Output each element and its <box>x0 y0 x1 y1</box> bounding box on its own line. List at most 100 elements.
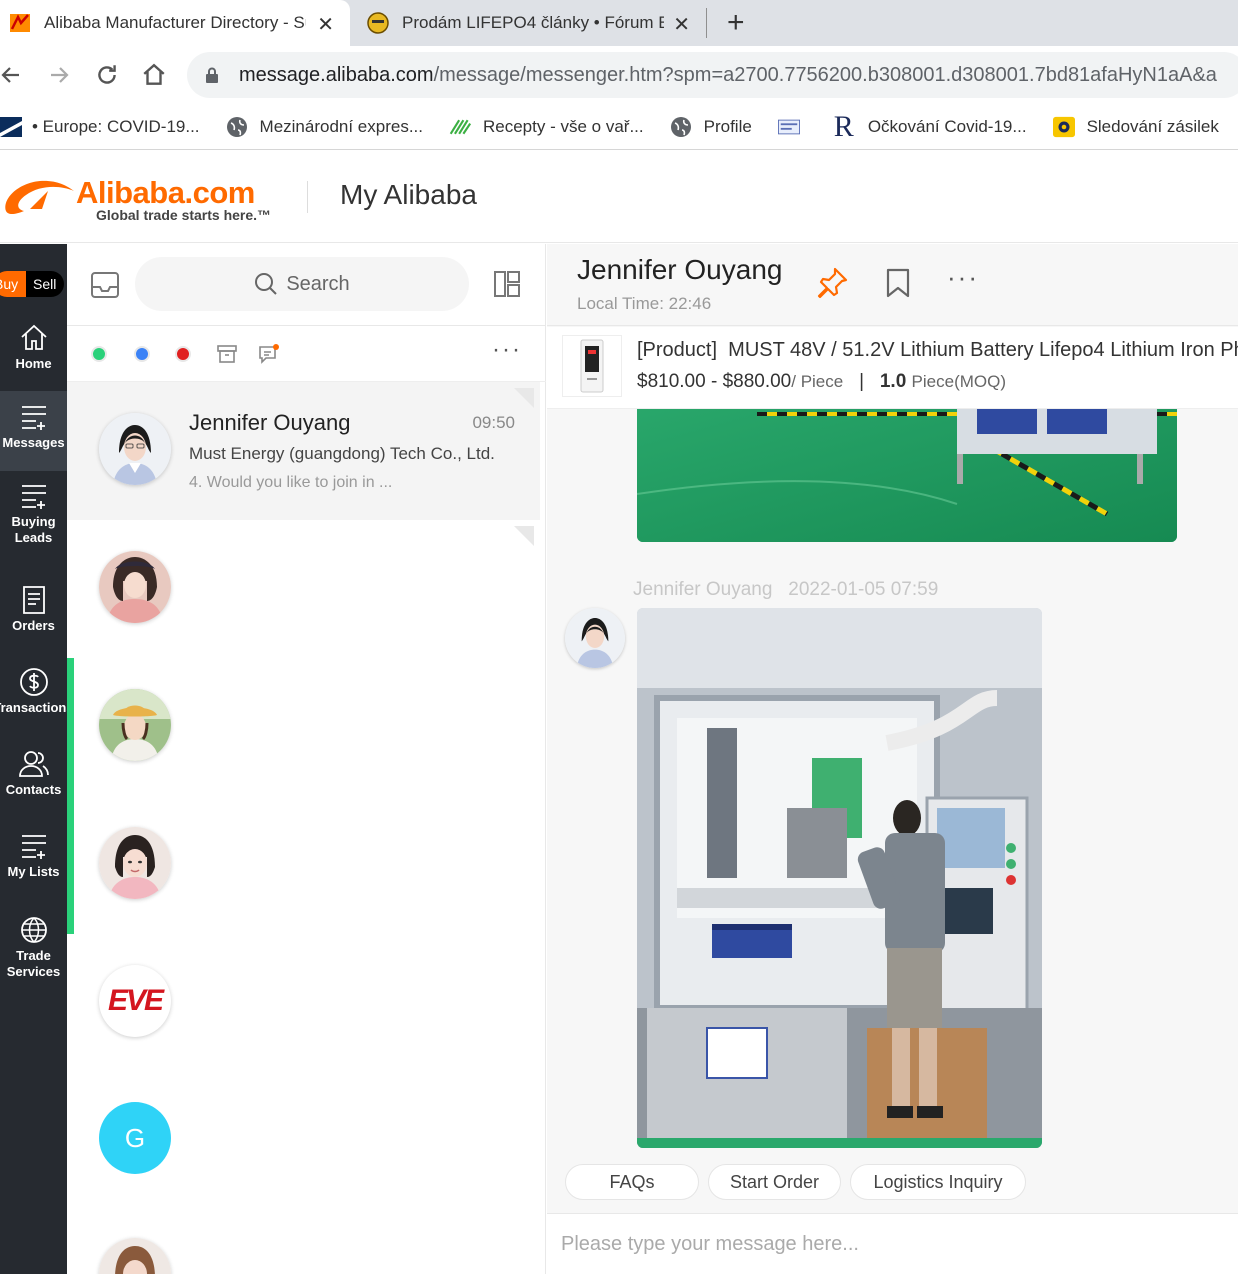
conversation-item[interactable]: EVE <box>67 934 540 1072</box>
buy-option[interactable]: Buy <box>0 271 26 297</box>
bookmark-item[interactable]: Sledování zásilek <box>1052 116 1219 138</box>
avatar <box>99 827 171 899</box>
buy-sell-toggle[interactable]: Buy Sell <box>0 271 64 297</box>
alibaba-logo[interactable]: Alibaba.com Global trade starts here.™ <box>0 171 290 227</box>
sidebar-item-transactions[interactable]: Transactions <box>0 666 67 726</box>
conversation-name: Jennifer Ouyang <box>189 410 351 435</box>
search-icon <box>255 273 278 295</box>
sidebar-item-buying-leads[interactable]: Buying Leads <box>0 480 67 560</box>
red-filter-dot[interactable] <box>175 346 191 362</box>
more-options-icon[interactable]: ··· <box>492 336 522 364</box>
url-text: message.alibaba.com/message/messenger.ht… <box>239 63 1217 86</box>
avatar <box>99 689 171 761</box>
avatar: EVE <box>99 965 171 1037</box>
home-icon[interactable] <box>139 60 169 90</box>
sidebar-item-my-lists[interactable]: My Lists <box>0 830 67 890</box>
conversation-company: Must Energy (guangdong) Tech Co., Ltd. <box>189 444 495 463</box>
avatar <box>99 413 171 485</box>
globe-icon <box>670 116 692 138</box>
message-meta: Jennifer Ouyang 2022-01-05 07:59 <box>633 579 939 600</box>
sidebar-item-trade-services[interactable]: Trade Services <box>0 914 67 994</box>
avatar <box>99 551 171 623</box>
globe-icon <box>20 917 47 943</box>
messages-icon <box>21 406 46 430</box>
bookmark-item[interactable]: • Europe: COVID-19... <box>0 116 200 138</box>
conversation-time: 09:50 <box>472 413 515 432</box>
product-thumbnail <box>562 335 622 397</box>
conversation-list: Search ··· Jennifer Ouyang 09:50 Must En… <box>67 244 546 1274</box>
conversation-item[interactable] <box>67 1210 540 1274</box>
airline-icon <box>0 116 22 138</box>
close-tab-icon[interactable]: ✕ <box>673 12 690 37</box>
r-icon: R <box>833 109 854 143</box>
quick-reply-logistics-inquiry[interactable]: Logistics Inquiry <box>850 1164 1026 1200</box>
list-icon <box>21 835 46 859</box>
chat-contact-name: Jennifer Ouyang <box>577 254 783 285</box>
alibaba-header: Alibaba.com Global trade starts here.™ M… <box>0 151 1238 243</box>
message-input[interactable] <box>561 1226 1221 1262</box>
alibaba-favicon-icon <box>10 14 30 32</box>
sidebar-item-messages[interactable]: Messages <box>0 391 67 471</box>
chat-panel: Jennifer Ouyang Local Time: 22:46 ··· [P… <box>547 244 1238 1274</box>
avatar: G <box>99 1102 171 1174</box>
main-sidebar: Buy Sell Home Messages Buying Leads Orde… <box>0 244 67 1274</box>
bookmark-item[interactable]: Profile <box>670 116 752 138</box>
card-icon <box>777 116 800 138</box>
tab-title: Prodám LIFEPO4 články • Fórum Elektro <box>402 13 664 32</box>
blue-filter-dot[interactable] <box>134 346 150 362</box>
bookmark-item[interactable]: R Očkování Covid-19... <box>832 109 1027 143</box>
conversation-item[interactable] <box>67 520 540 658</box>
page-title: My Alibaba <box>340 179 477 210</box>
tab-separator <box>706 8 707 38</box>
chat-local-time: Local Time: 22:46 <box>577 294 712 313</box>
pin-icon[interactable] <box>815 266 849 300</box>
back-arrow-icon[interactable] <box>0 60 26 90</box>
green-filter-dot[interactable] <box>91 346 107 362</box>
conversation-item[interactable]: Jennifer Ouyang 09:50 Must Energy (guang… <box>67 382 540 520</box>
more-options-icon[interactable]: ··· <box>947 262 979 293</box>
dollar-icon <box>19 668 48 696</box>
sell-option[interactable]: Sell <box>26 271 56 297</box>
inbox-icon[interactable] <box>89 269 121 301</box>
bookmark-item[interactable]: Recepty - vše o vař... <box>449 116 644 138</box>
globe-icon <box>226 116 248 138</box>
buying-leads-icon <box>21 485 46 509</box>
online-indicator-bar <box>67 658 74 934</box>
bookmarks-bar: • Europe: COVID-19... Mezinárodní expres… <box>0 104 1238 150</box>
conversation-item[interactable] <box>67 658 540 796</box>
sidebar-item-orders[interactable]: Orders <box>0 584 67 644</box>
forum-favicon-icon <box>367 12 389 34</box>
browser-tab-forum[interactable]: Prodám LIFEPO4 články • Fórum Elektro ✕ <box>356 0 706 46</box>
bookmark-item[interactable]: Mezinárodní expres... <box>226 116 423 138</box>
reload-icon[interactable] <box>92 60 122 90</box>
quick-reply-faqs[interactable]: FAQs <box>565 1164 699 1200</box>
address-bar[interactable]: message.alibaba.com/message/messenger.ht… <box>187 52 1238 98</box>
unread-message-icon[interactable] <box>258 344 280 364</box>
archive-icon[interactable] <box>217 345 237 363</box>
sidebar-item-home[interactable]: Home <box>0 316 67 388</box>
conversation-item[interactable] <box>67 796 540 934</box>
conversation-item[interactable]: G <box>67 1072 540 1210</box>
bookmark-item[interactable] <box>777 116 812 138</box>
product-card[interactable]: [Product] MUST 48V / 51.2V Lithium Batte… <box>547 327 1238 409</box>
contacts-icon <box>18 751 49 777</box>
alibaba-swoosh-icon <box>5 180 75 214</box>
search-box[interactable]: Search <box>135 257 469 311</box>
header-separator <box>307 181 308 213</box>
conversation-list-toolbar: Search <box>67 244 546 326</box>
avatar <box>99 1238 171 1274</box>
product-title: [Product] MUST 48V / 51.2V Lithium Batte… <box>637 339 1238 361</box>
new-tab-icon[interactable]: + <box>727 6 745 40</box>
browser-tab-alibaba[interactable]: Alibaba Manufacturer Directory - Supplie… <box>0 0 350 46</box>
close-tab-icon[interactable]: ✕ <box>317 12 334 37</box>
orders-icon <box>22 586 45 614</box>
avatar-initial: G <box>124 1122 146 1153</box>
message-image[interactable] <box>637 608 1042 1148</box>
bookmark-icon[interactable] <box>885 268 911 298</box>
sidebar-item-contacts[interactable]: Contacts <box>0 748 67 808</box>
message-image[interactable] <box>637 394 1177 542</box>
forward-arrow-icon[interactable] <box>44 60 74 90</box>
quick-reply-start-order[interactable]: Start Order <box>708 1164 841 1200</box>
layout-grid-icon[interactable] <box>493 270 521 298</box>
posthorn-icon <box>1052 116 1075 138</box>
